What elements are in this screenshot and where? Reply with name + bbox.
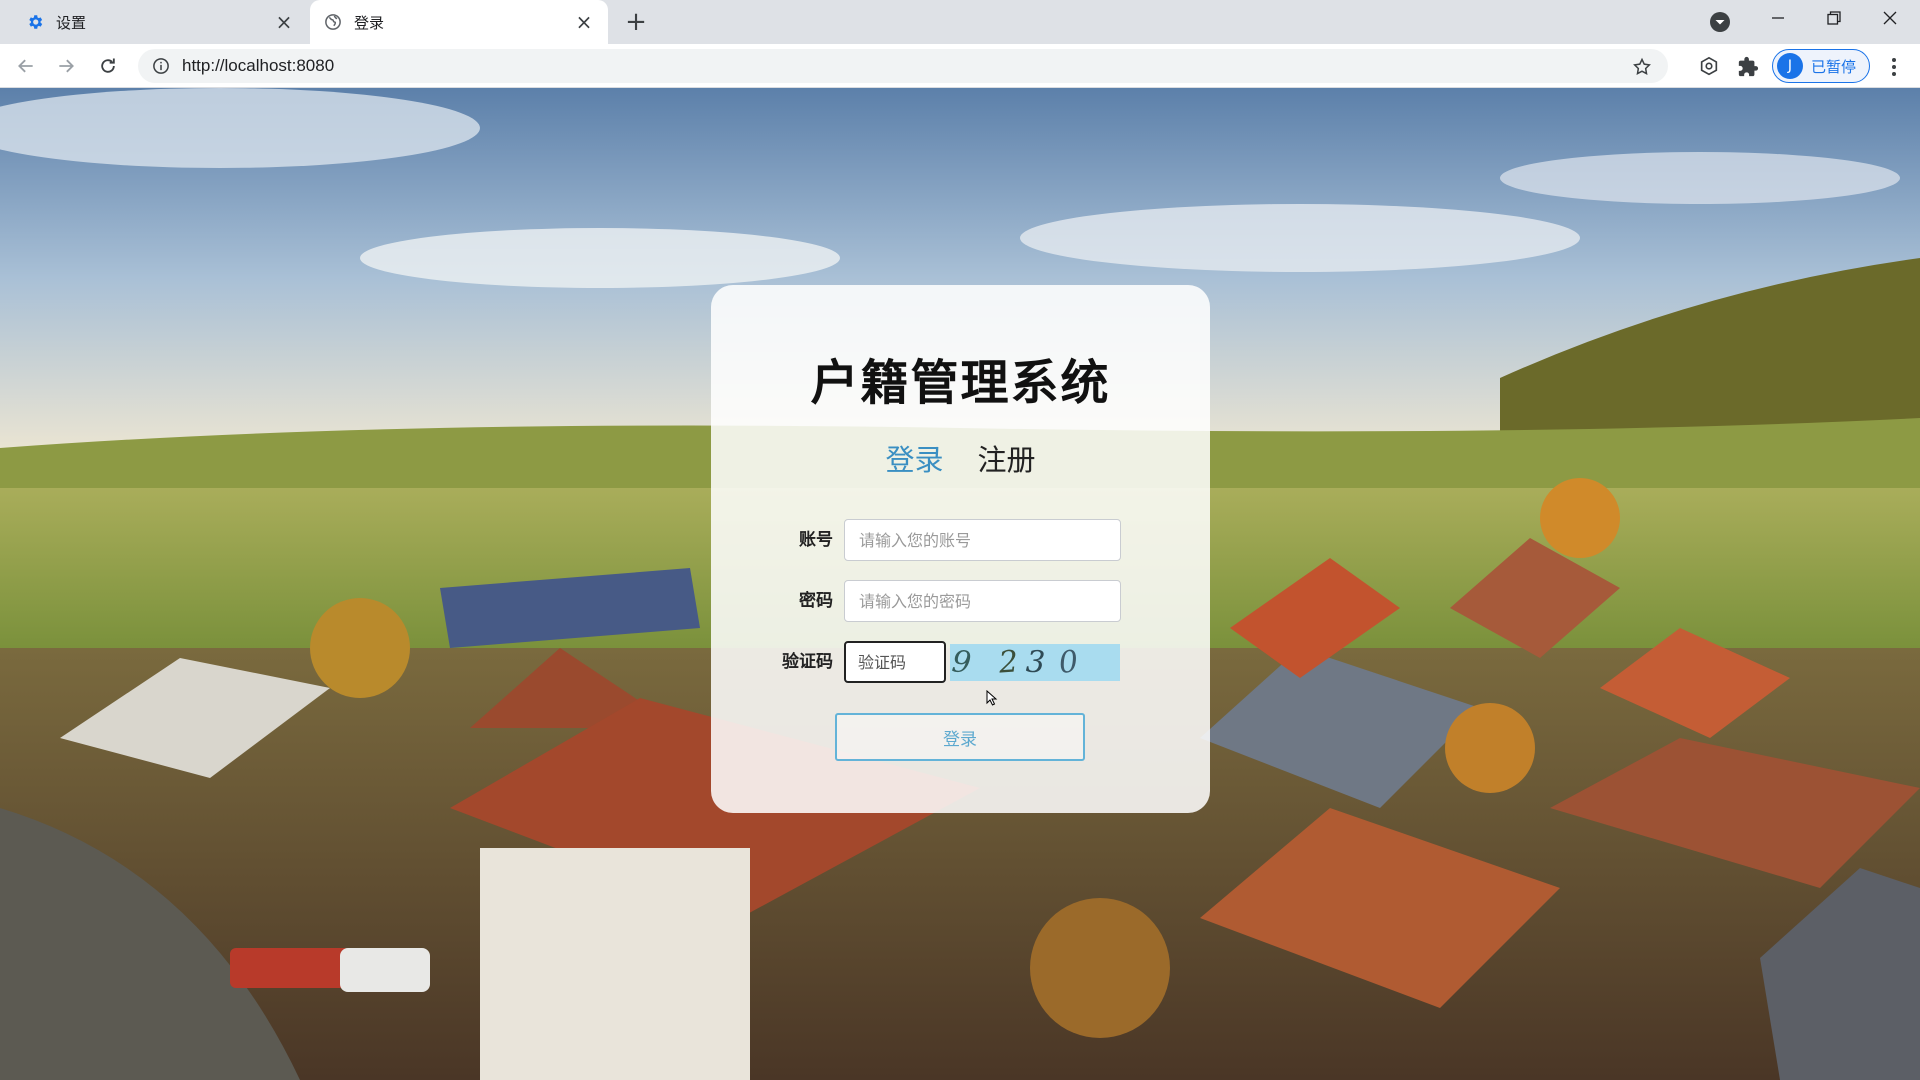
tab-settings[interactable]: 设置 ×	[12, 0, 308, 44]
back-button[interactable]	[12, 52, 40, 80]
captcha-label: 验证码	[782, 652, 833, 672]
forward-button[interactable]	[52, 52, 80, 80]
mode-switch: 登录 注册	[711, 437, 1210, 479]
tab-search-icon[interactable]	[1708, 10, 1732, 34]
captcha-row: 验证码 9 2 3 0	[711, 641, 1210, 683]
close-icon[interactable]: ×	[274, 10, 294, 34]
captcha-digit: 9	[950, 644, 973, 681]
tab-login-mode[interactable]: 登录	[885, 437, 943, 479]
puzzle-icon[interactable]	[1737, 56, 1759, 78]
reload-button[interactable]	[94, 52, 122, 80]
browser-toolbar: http://localhost:8080 J 已暂停	[0, 44, 1920, 88]
captcha-image[interactable]: 9 2 3 0	[950, 644, 1120, 681]
avatar: J	[1777, 53, 1803, 79]
tab-register-mode[interactable]: 注册	[978, 437, 1036, 479]
restore-button[interactable]	[1806, 0, 1862, 36]
password-row: 密码	[711, 580, 1210, 622]
account-row: 账号	[711, 519, 1210, 561]
page-title: 户籍管理系统	[810, 355, 1111, 411]
gear-icon	[26, 13, 44, 31]
bookmark-star-icon[interactable]	[1632, 57, 1652, 77]
globe-icon	[324, 13, 342, 31]
password-input[interactable]	[844, 580, 1121, 622]
address-bar[interactable]: http://localhost:8080	[138, 49, 1668, 83]
close-window-button[interactable]	[1862, 0, 1918, 36]
login-card: 户籍管理系统 登录 注册 账号 密码 验证码 9 2 3 0 登录	[711, 285, 1210, 813]
info-icon[interactable]	[152, 57, 170, 75]
new-tab-button[interactable]: +	[622, 7, 650, 37]
more-menu-icon[interactable]	[1884, 56, 1904, 78]
password-label: 密码	[799, 591, 833, 611]
close-icon[interactable]: ×	[574, 10, 594, 34]
mouse-cursor-icon	[986, 690, 998, 706]
captcha-digit: 2	[997, 644, 1020, 681]
minimize-button[interactable]	[1750, 0, 1806, 36]
tab-login[interactable]: 登录 ×	[310, 0, 608, 44]
tab-title: 设置	[56, 13, 87, 32]
captcha-digit: 0	[1057, 644, 1081, 681]
tab-title: 登录	[354, 13, 385, 32]
tab-strip: 设置 × 登录 × +	[0, 0, 1920, 44]
url-text[interactable]: http://localhost:8080	[182, 56, 334, 76]
profile-status: 已暂停	[1811, 57, 1857, 76]
captcha-input[interactable]	[844, 641, 946, 683]
page-viewport: 户籍管理系统 登录 注册 账号 密码 验证码 9 2 3 0 登录	[0, 88, 1920, 1080]
account-input[interactable]	[844, 519, 1121, 561]
captcha-digit: 3	[1025, 644, 1047, 681]
extension-shield-icon[interactable]	[1698, 56, 1720, 78]
account-label: 账号	[799, 530, 833, 550]
login-button[interactable]: 登录	[835, 713, 1085, 761]
profile-button[interactable]: J 已暂停	[1772, 49, 1870, 83]
